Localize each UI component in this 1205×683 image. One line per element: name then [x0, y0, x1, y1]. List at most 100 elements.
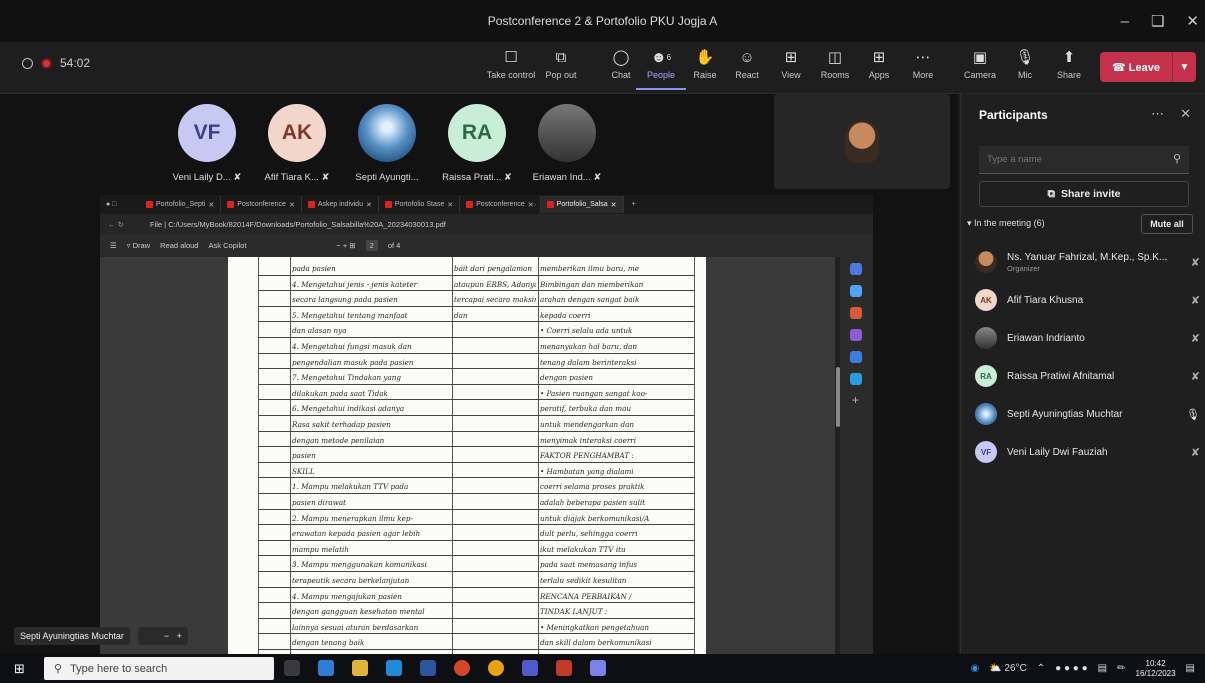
- rooms-button[interactable]: ◫ Rooms: [810, 46, 860, 90]
- handwritten-cell: coerri selama proses praktik: [540, 482, 645, 492]
- self-video-preview[interactable]: [774, 94, 950, 189]
- participant-tile[interactable]: Septi Ayungti...: [340, 104, 434, 183]
- toc-icon[interactable]: ☰: [110, 241, 117, 250]
- network-icon[interactable]: ▤: [1098, 663, 1107, 674]
- participant-tile[interactable]: AK Afif Tiara K... ✘: [250, 104, 344, 183]
- tools-icon[interactable]: [850, 307, 862, 319]
- task-view-icon[interactable]: [284, 660, 300, 676]
- tray-chevron-icon[interactable]: ⌃: [1037, 663, 1045, 674]
- take-control-icon: ☐: [504, 49, 518, 66]
- search-icon[interactable]: [850, 263, 862, 275]
- participant-search-input[interactable]: [979, 146, 1189, 174]
- outlook-icon[interactable]: [850, 351, 862, 363]
- page-number-input[interactable]: 2: [365, 240, 378, 251]
- participant-row[interactable]: VF Veni Laily Dwi Fauziah ✘: [975, 434, 1200, 470]
- apps-button[interactable]: ⊞ Apps: [854, 46, 904, 90]
- chevron-down-icon[interactable]: ▼: [1172, 52, 1196, 82]
- copilot-icon[interactable]: [850, 285, 862, 297]
- page-count: of 4: [387, 241, 401, 250]
- table-row-rule: [258, 383, 694, 385]
- drop-icon[interactable]: [850, 373, 862, 385]
- games-icon[interactable]: [850, 329, 862, 341]
- help-icon[interactable]: ◉: [970, 663, 979, 674]
- app-icon[interactable]: [556, 660, 572, 676]
- mic-button[interactable]: 🎙 Mic: [1000, 46, 1050, 90]
- take-control-button[interactable]: ☐ Take control: [486, 46, 536, 90]
- back-icon[interactable]: ← ↻: [100, 220, 150, 229]
- table-row-rule: [258, 399, 694, 401]
- leave-button[interactable]: ☎ Leave ▼: [1100, 52, 1196, 82]
- browser-tab[interactable]: Portofolio_Septi ✕: [140, 196, 222, 213]
- read-aloud-button[interactable]: Read aloud: [160, 241, 198, 250]
- browser-tab[interactable]: Postconference ✕: [221, 196, 302, 213]
- table-row-rule: [258, 586, 694, 588]
- table-column-rule: [258, 257, 259, 654]
- file-explorer-icon[interactable]: [352, 660, 368, 676]
- people-button[interactable]: ☻ 6 People: [636, 46, 686, 90]
- pdf-icon: [384, 201, 392, 208]
- participant-row[interactable]: Septi Ayuningtias Muchtar 🎙: [975, 396, 1200, 432]
- add-icon[interactable]: +: [852, 393, 859, 407]
- close-panel-icon[interactable]: ✕: [1180, 106, 1191, 122]
- zoom-controls[interactable]: − + ⊞: [336, 241, 355, 250]
- notifications-icon[interactable]: ▤: [1186, 663, 1195, 674]
- app-icon[interactable]: [318, 660, 334, 676]
- participant-row[interactable]: AK Afif Tiara Khusna ✘: [975, 282, 1200, 318]
- participant-tile[interactable]: Eriawan Ind... ✘: [520, 104, 614, 183]
- avatar: [358, 104, 416, 162]
- powerpoint-icon[interactable]: [454, 660, 470, 676]
- clock[interactable]: 10:42 16/12/2023: [1136, 659, 1176, 679]
- participant-row[interactable]: RA Raissa Pratiwi Afnitamal ✘: [975, 358, 1200, 394]
- mute-all-button[interactable]: Mute all: [1141, 214, 1193, 234]
- close-icon[interactable]: ✕: [1186, 12, 1199, 30]
- browser-profile-icon[interactable]: ● □: [100, 201, 140, 208]
- windows-taskbar: ⊞ ⚲ Type here to search ◉ ⛅ 26°C ⌃ ● ● ●…: [0, 654, 1205, 683]
- react-button[interactable]: ☺ React: [722, 46, 772, 90]
- participant-row[interactable]: Ns. Yanuar Fahrizal, M.Kep., Sp.K... Orga…: [975, 244, 1200, 280]
- pop-out-button[interactable]: ⧉ Pop out: [536, 46, 586, 90]
- word-icon[interactable]: [420, 660, 436, 676]
- more-options-icon[interactable]: ⋯: [1151, 106, 1164, 122]
- browser-tab[interactable]: Postconference ✕: [460, 196, 541, 213]
- new-tab-icon[interactable]: +: [624, 201, 644, 208]
- tile-name: Raissa Prati... ✘: [442, 172, 512, 183]
- teams-active-icon[interactable]: [590, 660, 606, 676]
- edge-icon[interactable]: [386, 660, 402, 676]
- share-invite-button[interactable]: ⧉ Share invite: [979, 181, 1189, 207]
- handwritten-cell: untuk mendengarkan dan: [540, 420, 634, 429]
- participant-tile[interactable]: VF Veni Laily D... ✘: [160, 104, 254, 183]
- browser-tab[interactable]: Portofolio Stase ✕: [379, 196, 461, 213]
- browser-tab-active[interactable]: Portofolio_Salsa ✕: [540, 196, 624, 213]
- avatar: VF: [975, 441, 997, 463]
- camera-button[interactable]: ▣ Camera: [955, 46, 1005, 90]
- draw-button[interactable]: ▿ Draw: [127, 241, 150, 250]
- browser-tab[interactable]: Askep individu ✕: [302, 196, 379, 213]
- handwritten-cell: 4. Mengetahui jenis - jenis kateter: [292, 279, 418, 289]
- participant-row[interactable]: Eriawan Indrianto ✘: [975, 320, 1200, 356]
- share-button[interactable]: ⬆ Share: [1044, 46, 1094, 90]
- tray-app-icons[interactable]: ● ● ● ●: [1055, 663, 1088, 674]
- table-row-rule: [258, 274, 694, 276]
- maximize-icon[interactable]: ❏: [1151, 12, 1164, 30]
- table-row-rule: [258, 571, 694, 572]
- minimize-icon[interactable]: –: [1121, 13, 1129, 30]
- avatar: VF: [178, 104, 236, 162]
- weather-icon[interactable]: ⛅ 26°C: [989, 663, 1027, 674]
- handwritten-cell: bait dari pengalaman: [454, 264, 532, 273]
- more-button[interactable]: ⋯ More: [898, 46, 948, 90]
- teams-icon[interactable]: [522, 660, 538, 676]
- zoom-in-icon[interactable]: − +: [137, 627, 188, 645]
- table-column-rule: [694, 257, 695, 654]
- pdf-viewport[interactable]: pada pasien bait dari pengalaman memberika…: [100, 257, 840, 654]
- taskbar-search-box[interactable]: ⚲ Type here to search: [44, 657, 274, 680]
- windows-start-icon[interactable]: ⊞: [14, 661, 25, 677]
- ask-copilot-button[interactable]: Ask Copilot: [208, 241, 246, 250]
- chrome-icon[interactable]: [488, 660, 504, 676]
- handwritten-cell: erawatan kepada pasien agar lebih: [292, 529, 421, 539]
- tile-name: Eriawan Ind... ✘: [532, 172, 602, 183]
- view-button[interactable]: ⊞ View: [766, 46, 816, 90]
- participant-tile[interactable]: RA Raissa Prati... ✘: [430, 104, 524, 183]
- in-meeting-header[interactable]: ▾ In the meeting (6): [967, 218, 1045, 229]
- address-bar[interactable]: ← ↻ File | C:/Users/MyBook/82014F/Downlo…: [100, 214, 873, 234]
- pen-icon[interactable]: ✏: [1117, 663, 1125, 674]
